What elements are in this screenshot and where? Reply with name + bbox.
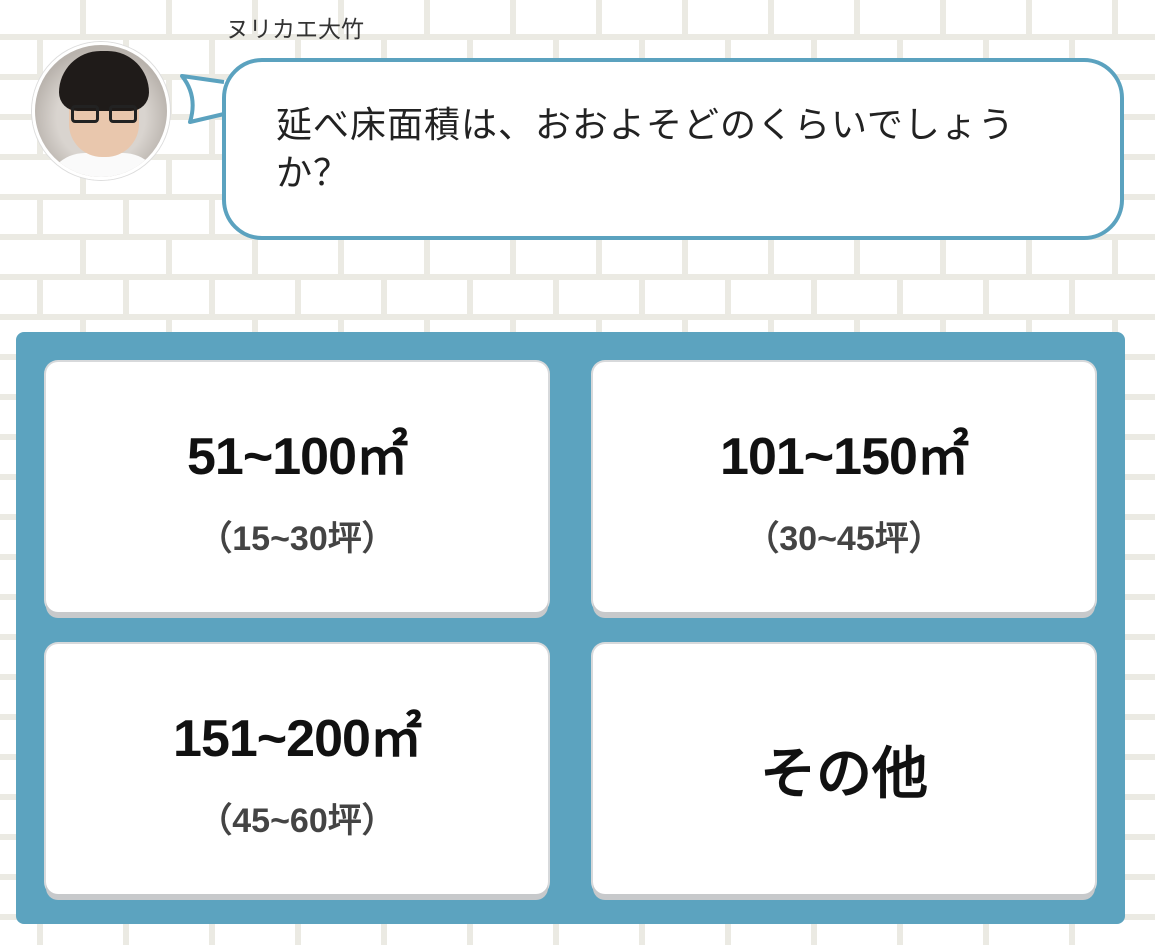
question-text: 延べ床面積は、おおよそどのくらいでしょうか？ [276, 105, 1015, 194]
option-sub-label: （30~45坪） [745, 520, 943, 558]
option-sub-label: （15~30坪） [198, 520, 396, 558]
option-main-label: その他 [760, 741, 928, 807]
option-101-150[interactable]: 101~150㎡ （30~45坪） [593, 362, 1095, 612]
speaker-avatar [32, 42, 170, 180]
option-other[interactable]: その他 [593, 644, 1095, 894]
option-51-100[interactable]: 51~100㎡ （15~30坪） [46, 362, 548, 612]
option-main-label: 101~150㎡ [720, 428, 969, 486]
option-main-label: 51~100㎡ [187, 428, 408, 486]
option-151-200[interactable]: 151~200㎡ （45~60坪） [46, 644, 548, 894]
option-sub-label: （45~60坪） [198, 802, 396, 840]
question-bubble: 延べ床面積は、おおよそどのくらいでしょうか？ [222, 58, 1124, 240]
option-main-label: 151~200㎡ [173, 710, 422, 768]
speaker-name: ヌリカエ大竹 [226, 17, 364, 43]
options-panel: 51~100㎡ （15~30坪） 101~150㎡ （30~45坪） 151~2… [16, 332, 1125, 924]
